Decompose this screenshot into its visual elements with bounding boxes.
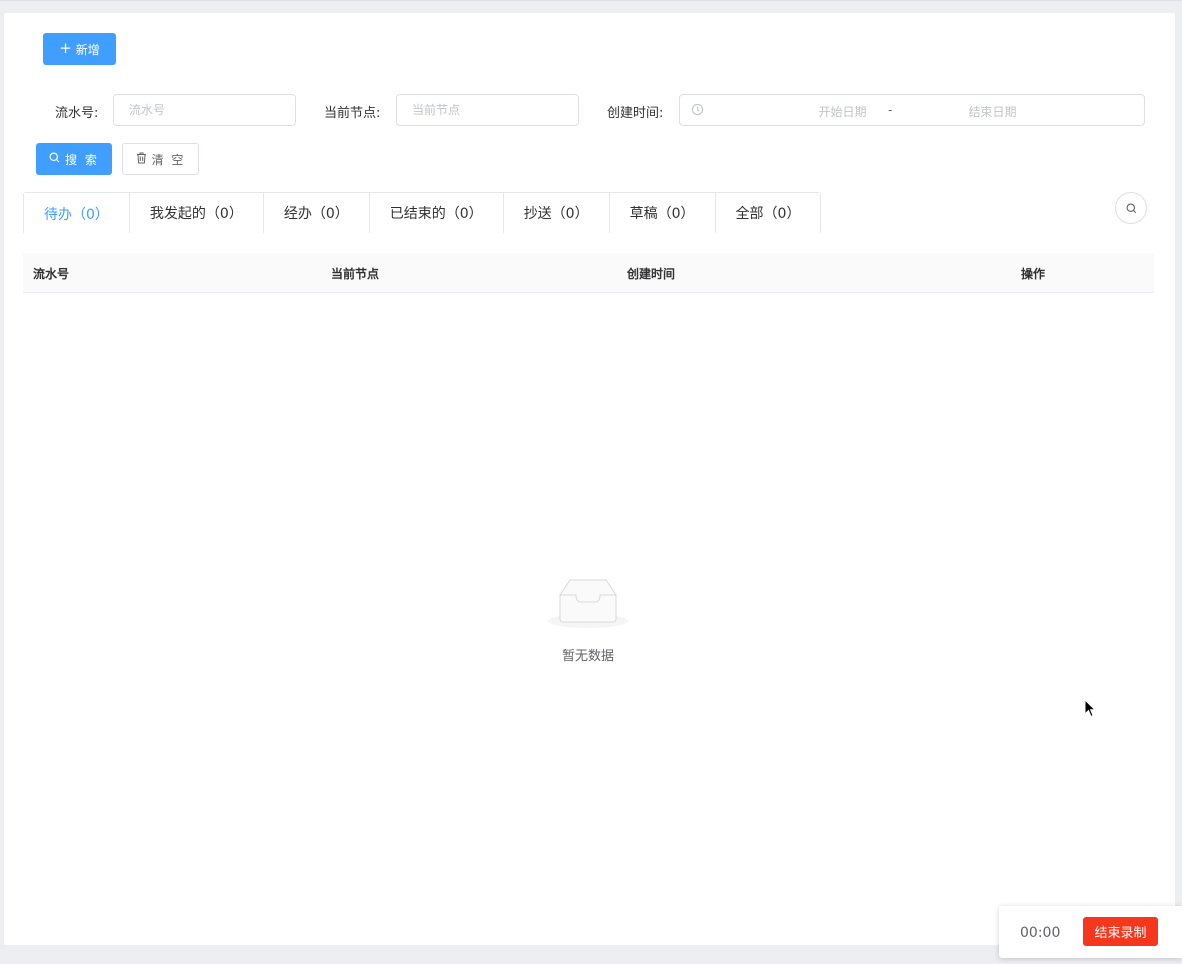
- start-date-input[interactable]: 开始日期: [770, 103, 915, 120]
- tab-label: 抄送（0）: [523, 206, 589, 222]
- column-serial: 流水号: [33, 267, 70, 281]
- top-border: [0, 0, 1182, 1]
- tab-todo[interactable]: 待办（0）: [24, 193, 129, 234]
- search-icon: [49, 152, 60, 166]
- tab-label: 草稿（0）: [629, 206, 695, 222]
- stop-recording-button[interactable]: 结束录制: [1083, 917, 1158, 946]
- range-separator: -: [888, 103, 893, 117]
- tab-label: 经办（0）: [283, 206, 349, 222]
- node-label: 当前节点:: [324, 106, 381, 121]
- table-header: 流水号 当前节点 创建时间 操作: [23, 253, 1154, 293]
- column-node: 当前节点: [331, 267, 380, 281]
- search-icon: [1126, 199, 1137, 218]
- mouse-cursor-icon: [1084, 698, 1097, 722]
- tab-label: 已结束的（0）: [389, 206, 483, 222]
- clear-button[interactable]: 清 空: [122, 143, 199, 175]
- recorder-panel: 00:00 结束录制: [999, 906, 1182, 958]
- recording-timer: 00:00: [1020, 925, 1061, 941]
- empty-text: 暂无数据: [561, 649, 614, 664]
- created-label: 创建时间:: [607, 106, 664, 121]
- tab-label: 我发起的（0）: [149, 206, 243, 222]
- search-button[interactable]: 搜 索: [36, 143, 112, 175]
- main-panel: + 新增 流水号: 当前节点: 创建时间: 开始日期 - 结束日期 搜 索 清 …: [4, 13, 1175, 945]
- tab-label: 全部（0）: [735, 206, 801, 222]
- serial-input[interactable]: [113, 94, 296, 126]
- search-button-label: 搜 索: [65, 152, 99, 167]
- tab-draft[interactable]: 草稿（0）: [608, 193, 715, 233]
- serial-label: 流水号:: [55, 106, 99, 121]
- node-input[interactable]: [396, 94, 579, 126]
- tab-cc[interactable]: 抄送（0）: [502, 193, 609, 233]
- column-created: 创建时间: [627, 267, 676, 281]
- column-actions: 操作: [1021, 267, 1046, 281]
- tab-bar: 待办（0） 我发起的（0） 经办（0） 已结束的（0） 抄送（0） 草稿（0） …: [23, 192, 822, 234]
- end-date-input[interactable]: 结束日期: [920, 103, 1065, 120]
- add-button-label: 新增: [75, 42, 100, 57]
- trash-icon: [136, 152, 147, 167]
- tab-all[interactable]: 全部（0）: [714, 193, 821, 233]
- tab-initiated[interactable]: 我发起的（0）: [128, 193, 263, 233]
- toggle-search-button[interactable]: [1115, 192, 1147, 224]
- clock-icon: [691, 103, 704, 119]
- tab-handled[interactable]: 经办（0）: [262, 193, 369, 233]
- clear-button-label: 清 空: [151, 152, 186, 167]
- date-range-picker[interactable]: 开始日期 - 结束日期: [679, 94, 1145, 126]
- tab-label: 待办（0）: [44, 206, 109, 223]
- inbox-empty-icon: [548, 577, 628, 633]
- add-button[interactable]: + 新增: [43, 33, 116, 65]
- plus-icon: +: [59, 38, 72, 57]
- tab-finished[interactable]: 已结束的（0）: [368, 193, 503, 233]
